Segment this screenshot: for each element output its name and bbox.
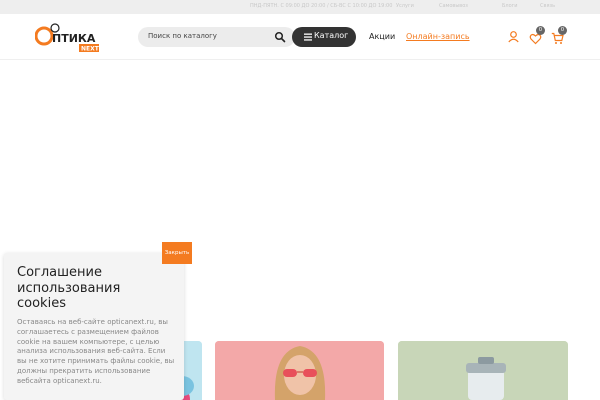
search-icon[interactable] — [274, 31, 286, 43]
promo-card-2[interactable] — [215, 341, 384, 400]
menu-icon — [304, 33, 312, 41]
cookie-title: Соглашение использования cookies — [17, 265, 121, 311]
cookie-close-button[interactable]: Закрыть — [162, 242, 192, 264]
top-link-contacts[interactable]: Связь — [540, 3, 555, 9]
promo-card-2-image — [215, 341, 384, 400]
search-placeholder[interactable]: Поиск по каталогу — [148, 32, 217, 40]
top-link-services[interactable]: Услуги — [396, 3, 414, 9]
top-link-pickup[interactable]: Самовывоз — [439, 3, 468, 9]
cart-button[interactable]: 0 — [551, 26, 567, 44]
logo-sub-text: NEXT — [81, 46, 100, 53]
cookie-text: Оставаясь на веб-сайте opticanext.ru, вы… — [17, 318, 175, 385]
optika-next-logo[interactable]: ПТИКА NEXT — [35, 22, 101, 56]
site-header: ПТИКА NEXT Поиск по каталогу Каталог Акц… — [0, 14, 600, 60]
search-bar[interactable]: Поиск по каталогу — [138, 27, 295, 47]
cookie-consent-dialog: Соглашение использования cookies Оставая… — [4, 253, 184, 400]
nav-link-online-booking[interactable]: Онлайн-запись — [406, 32, 470, 41]
user-icon[interactable] — [507, 30, 520, 43]
catalog-button[interactable]: Каталог — [292, 27, 356, 47]
favorites-button[interactable]: 0 — [529, 26, 545, 45]
page: ПНД-ПЯТН. С 09:00 ДО 20:00 / СБ-ВС С 10:… — [0, 0, 600, 400]
catalog-label: Каталог — [314, 31, 349, 40]
top-link-blog[interactable]: Блоги — [502, 3, 518, 9]
favorites-count-badge: 0 — [536, 26, 545, 35]
promo-card-3-image — [398, 341, 568, 400]
working-hours: ПНД-ПЯТН. С 09:00 ДО 20:00 / СБ-ВС С 10:… — [250, 3, 393, 9]
nav-link-promo[interactable]: Акции — [369, 32, 395, 41]
cart-count-badge: 0 — [558, 26, 567, 35]
logo-main-text: ПТИКА — [52, 32, 96, 45]
top-info-bar: ПНД-ПЯТН. С 09:00 ДО 20:00 / СБ-ВС С 10:… — [0, 0, 600, 14]
promo-card-3[interactable] — [398, 341, 568, 400]
